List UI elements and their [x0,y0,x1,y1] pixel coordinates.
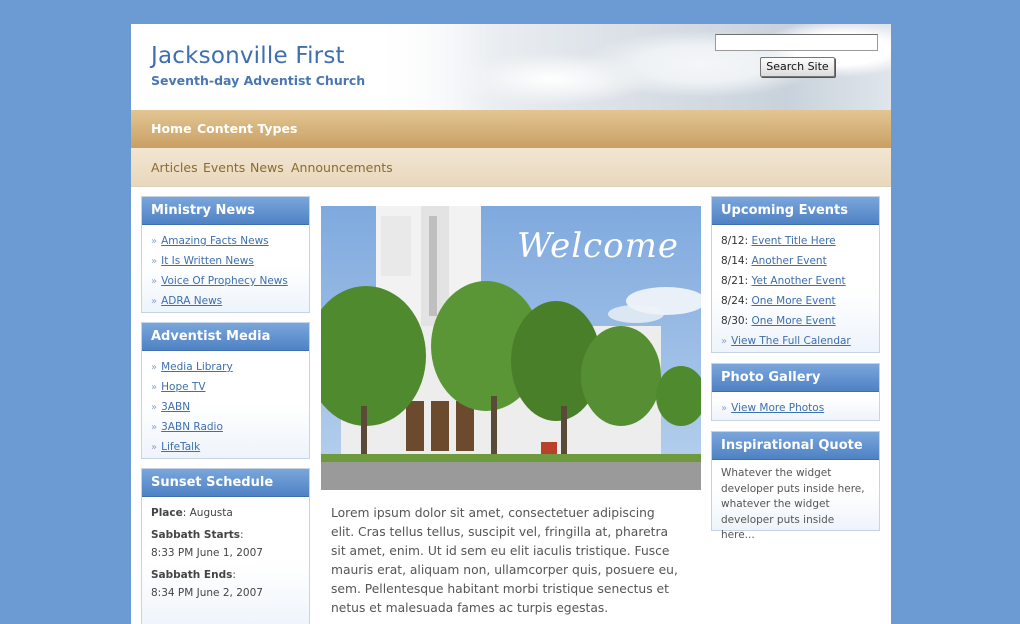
ministry-link[interactable]: It Is Written News [161,255,254,267]
full-calendar-link[interactable]: View The Full Calendar [731,335,851,347]
nav-item-content-types[interactable]: Content Types [197,121,297,136]
event-date: 8/21: [721,275,749,287]
list-item: » LifeTalk [151,437,300,457]
event-date: 8/14: [721,255,749,267]
subnav-item-articles[interactable]: Articles [151,160,198,175]
list-item: » View More Photos [721,398,870,418]
ministry-link[interactable]: Amazing Facts News [161,235,269,247]
ministry-link[interactable]: ADRA News [161,295,222,307]
sub-nav: Articles Events News Announcements [131,148,891,187]
media-link[interactable]: Media Library [161,361,233,373]
event-item: 8/12: Event Title Here [721,231,870,251]
media-link[interactable]: LifeTalk [161,441,200,453]
bullet-icon: » [151,402,158,413]
media-link[interactable]: 3ABN [161,401,190,413]
bullet-icon: » [151,382,158,393]
site-title[interactable]: Jacksonville First [151,43,345,69]
sabbath-starts-label: Sabbath Starts [151,529,241,541]
subnav-item-events[interactable]: Events [203,160,245,175]
upcoming-events-title: Upcoming Events [712,197,879,225]
page-container: Jacksonville First Seventh-day Adventist… [131,24,891,624]
ministry-link[interactable]: Voice Of Prophecy News [161,275,288,287]
media-link[interactable]: Hope TV [161,381,205,393]
event-link[interactable]: Yet Another Event [751,275,845,287]
upcoming-events-box: Upcoming Events 8/12: Event Title Here 8… [711,196,880,353]
photo-gallery-title: Photo Gallery [712,364,879,392]
event-link[interactable]: Event Title Here [751,235,835,247]
list-item: » Voice Of Prophecy News [151,271,300,291]
event-date: 8/24: [721,295,749,307]
welcome-image: Welcome [321,206,701,490]
list-item: » Media Library [151,357,300,377]
site-subtitle: Seventh-day Adventist Church [151,73,366,88]
bullet-icon: » [151,236,158,247]
event-date: 8/30: [721,315,749,327]
inspirational-quote-title: Inspirational Quote [712,432,879,460]
view-more-photos-link[interactable]: View More Photos [731,402,824,414]
bullet-icon: » [151,442,158,453]
bullet-icon: » [151,276,158,287]
colon: : [182,507,190,519]
inspirational-quote-box: Inspirational Quote Whatever the widget … [711,431,880,541]
media-link[interactable]: 3ABN Radio [161,421,223,433]
subnav-item-news[interactable]: News [250,160,284,175]
search-input[interactable] [715,34,878,51]
event-item: 8/24: One More Event [721,291,870,311]
adventist-media-box: Adventist Media » Media Library » Hope TV … [141,322,310,459]
event-link[interactable]: One More Event [751,315,835,327]
sabbath-ends-label: Sabbath Ends [151,569,233,581]
sabbath-starts-value: 8:33 PM June 1, 2007 [151,547,263,559]
bullet-icon: » [721,403,728,414]
place-value: Augusta [189,507,233,519]
list-item: » 3ABN [151,397,300,417]
list-item: » View The Full Calendar [721,331,870,351]
event-link[interactable]: One More Event [751,295,835,307]
event-link[interactable]: Another Event [751,255,826,267]
welcome-heading: Welcome [516,226,679,266]
bullet-icon: » [151,296,158,307]
list-item: » ADRA News [151,291,300,311]
colon: : [232,569,236,581]
event-item: 8/30: One More Event [721,311,870,331]
list-item: » 3ABN Radio [151,417,300,437]
event-date: 8/12: [721,235,749,247]
main-nav: Home Content Types [131,110,891,148]
search-button[interactable]: Search Site [760,57,835,77]
body-text: Lorem ipsum dolor sit amet, consectetuer… [331,506,678,615]
event-item: 8/21: Yet Another Event [721,271,870,291]
site-header: Jacksonville First Seventh-day Adventist… [131,24,891,110]
sunset-schedule-title: Sunset Schedule [142,469,309,497]
bullet-icon: » [721,336,728,347]
sabbath-ends-value: 8:34 PM June 2, 2007 [151,587,263,599]
bullet-icon: » [151,422,158,433]
nav-item-home[interactable]: Home [151,121,192,136]
sunset-schedule-box: Sunset Schedule Place: Augusta Sabbath S… [141,468,310,624]
adventist-media-title: Adventist Media [142,323,309,351]
event-item: 8/14: Another Event [721,251,870,271]
list-item: » Amazing Facts News [151,231,300,251]
place-label: Place [151,507,183,519]
ministry-news-box: Ministry News » Amazing Facts News » It Is… [141,196,310,313]
bullet-icon: » [151,362,158,373]
bullet-icon: » [151,256,158,267]
banner-fade [371,24,491,110]
list-item: » Hope TV [151,377,300,397]
quote-text: Whatever the widget developer puts insid… [721,467,865,541]
list-item: » It Is Written News [151,251,300,271]
ministry-news-title: Ministry News [142,197,309,225]
photo-gallery-box: Photo Gallery » View More Photos [711,363,880,421]
subnav-item-announcements[interactable]: Announcements [291,160,393,175]
colon: : [240,529,244,541]
